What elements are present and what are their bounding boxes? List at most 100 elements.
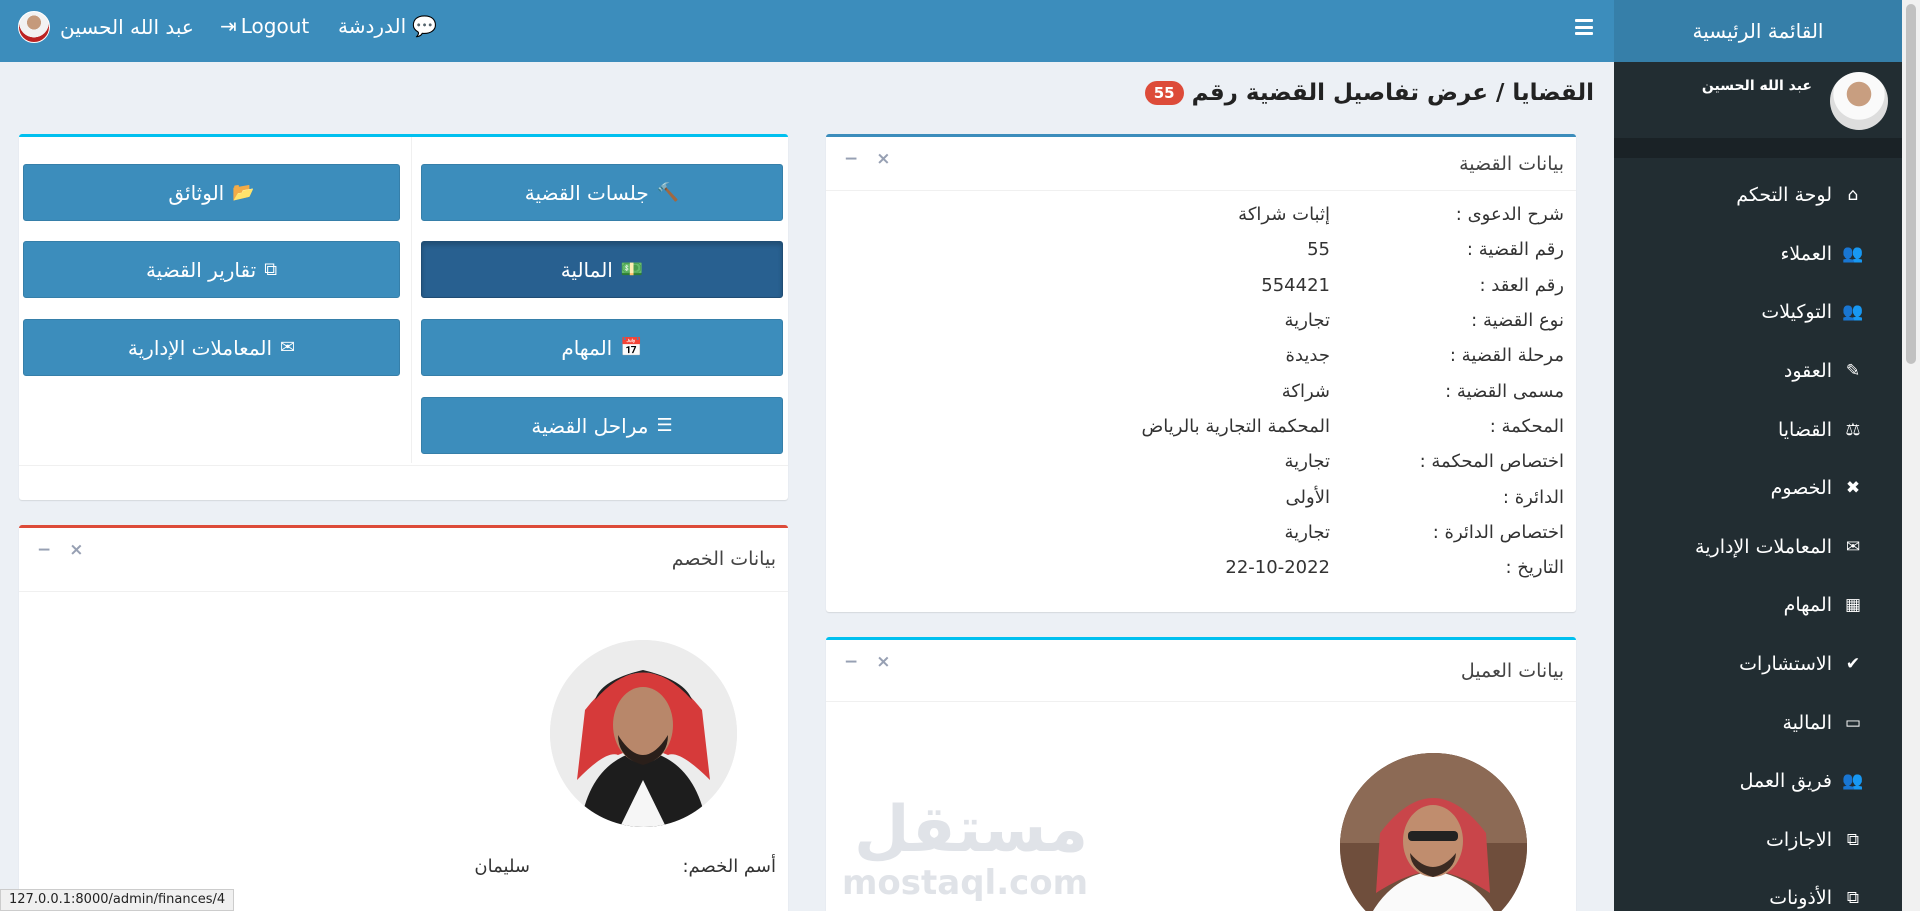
money-icon: ▭ xyxy=(1844,712,1862,733)
sidebar-item-label: الاستشارات xyxy=(1739,653,1832,676)
case-data-row: المحكمة : المحكمة التجارية بالرياض xyxy=(826,409,1576,444)
sidebar-item-label: العقود xyxy=(1783,360,1832,383)
top-navbar: عبد الله الحسين ⇥ Logout الدردشة 💬 xyxy=(0,0,1614,62)
minimize-icon[interactable]: − xyxy=(37,540,51,560)
case-data-value: تجارية xyxy=(1284,310,1330,332)
documents-button[interactable]: 📂 الوثائق xyxy=(23,164,400,221)
case-data-row: مسمى القضية : شراكة xyxy=(826,373,1576,408)
case-reports-button[interactable]: ⧉ تقارير القضية xyxy=(23,241,400,298)
case-data-value: 22-10-2022 xyxy=(1225,557,1330,579)
case-data-label: مسمى القضية : xyxy=(1445,380,1564,402)
chat-label: الدردشة xyxy=(338,14,407,38)
case-number-badge: 55 xyxy=(1144,81,1184,105)
sidebar-item[interactable]: ⚖ القضايا xyxy=(1614,400,1902,459)
sidebar-item[interactable]: ⧉ الاجازات xyxy=(1614,811,1902,870)
case-data-label: شرح الدعوى : xyxy=(1455,204,1564,226)
balance-scale-icon: ⚖ xyxy=(1845,419,1861,440)
case-data-title: بيانات القضية xyxy=(1459,153,1564,175)
case-data-row: شرح الدعوى : إثبات شراكة xyxy=(826,197,1576,232)
sidebar-item[interactable]: ✉ المعاملات الإدارية xyxy=(1614,518,1902,577)
sidebar-item-label: المالية xyxy=(1782,711,1832,734)
case-stages-button[interactable]: ☰ مراحل القضية xyxy=(421,397,783,454)
calendar-icon: ▦ xyxy=(1844,595,1862,616)
case-data-value: جديدة xyxy=(1285,345,1330,367)
opponent-name-row: أسم الخصم: سليمان xyxy=(36,856,776,877)
sidebar-user-name: عبد الله الحسين xyxy=(1701,78,1812,94)
sidebar-item[interactable]: ✎ العقود xyxy=(1614,342,1902,401)
tasks-button[interactable]: 📅 المهام xyxy=(421,319,783,376)
case-stages-label: مراحل القضية xyxy=(531,413,649,438)
sidebar-item[interactable]: ✖ الخصوم xyxy=(1614,459,1902,518)
scrollbar-thumb[interactable] xyxy=(1906,4,1916,364)
documents-label: الوثائق xyxy=(168,180,225,205)
browser-status-url: 127.0.0.1:8000/admin/finances/4 xyxy=(0,889,235,911)
case-data-box: بيانات القضية × − شرح الدعوى : إثبات شراك… xyxy=(826,134,1576,612)
case-data-value: شراكة xyxy=(1281,380,1330,402)
sidebar-item[interactable]: ⌂ لوحة التحكم xyxy=(1614,166,1902,225)
case-data-row: اختصاص المحكمة : تجارية xyxy=(826,444,1576,479)
sidebar-item[interactable]: ▭ المالية xyxy=(1614,693,1902,752)
check-icon: ✔ xyxy=(1845,654,1861,675)
user-menu[interactable]: عبد الله الحسين xyxy=(18,11,194,43)
tasks-label: المهام xyxy=(561,335,613,360)
case-data-label: اختصاص المحكمة : xyxy=(1419,451,1564,473)
users-icon: 👥 xyxy=(1842,302,1864,323)
sidebar-item-label: فريق العمل xyxy=(1739,770,1832,793)
sidebar-item[interactable]: ▦ المهام xyxy=(1614,576,1902,635)
page-title: القضايا / عرض تفاصيل القضية رقم 55 xyxy=(1100,80,1594,106)
case-data-value: إثبات شراكة xyxy=(1238,204,1330,226)
sidebar-brand[interactable]: القائمة الرئيسية xyxy=(1614,0,1902,62)
sidebar-divider xyxy=(1614,138,1902,158)
envelope-icon: ✉ xyxy=(1845,536,1861,557)
case-data-label: اختصاص الدائرة : xyxy=(1432,521,1564,543)
sidebar-item[interactable]: ✔ الاستشارات xyxy=(1614,635,1902,694)
case-data-value: الأولى xyxy=(1285,486,1330,508)
sidebar-item-label: المعاملات الإدارية xyxy=(1695,535,1832,558)
admin-transactions-button[interactable]: ✉ المعاملات الإدارية xyxy=(23,319,400,376)
sidebar-item[interactable]: ⧉ الأذونات xyxy=(1614,869,1902,911)
chat-link[interactable]: الدردشة 💬 xyxy=(338,14,437,38)
case-data-value: 554421 xyxy=(1261,274,1330,296)
close-icon[interactable]: × xyxy=(69,540,83,560)
sidebar-user-avatar xyxy=(1830,72,1888,130)
opponent-data-title: بيانات الخصم xyxy=(671,548,776,570)
case-data-label: الدائرة : xyxy=(1502,486,1564,508)
case-data-row: رقم العقد : 554421 xyxy=(826,268,1576,303)
sidebar-item[interactable]: 👥 العملاء xyxy=(1614,225,1902,284)
client-photo xyxy=(1340,753,1527,911)
watermark-arabic: مستقل xyxy=(854,793,1089,867)
finance-label: المالية xyxy=(560,257,613,282)
edit-icon: ✎ xyxy=(1845,361,1861,382)
sidebar-item-label: القضايا xyxy=(1777,418,1832,441)
actions-grid-divider xyxy=(411,137,412,463)
sign-out-icon: ⇥ xyxy=(220,14,237,38)
page-title-text: القضايا / عرض تفاصيل القضية رقم xyxy=(1191,80,1594,106)
case-data-label: التاريخ : xyxy=(1505,557,1564,579)
sidebar-item[interactable]: 👥 فريق العمل xyxy=(1614,752,1902,811)
finance-button[interactable]: 💵 المالية xyxy=(421,241,783,298)
sidebar-toggle-button[interactable] xyxy=(1575,19,1593,35)
case-data-list: شرح الدعوى : إثبات شراكة رقم القضية :55 رقم… xyxy=(826,191,1576,585)
close-icon[interactable]: × xyxy=(876,149,890,169)
close-icon[interactable]: × xyxy=(876,652,890,672)
users-icon: 👥 xyxy=(1842,771,1864,792)
case-data-row: اختصاص الدائرة : تجارية xyxy=(826,515,1576,550)
sidebar-menu: ⌂ لوحة التحكم 👥 العملاء 👥 التوكيلات ✎ العقود ⚖ ال… xyxy=(1614,158,1902,911)
case-data-row: الدائرة : الأولى xyxy=(826,479,1576,514)
minimize-icon[interactable]: − xyxy=(844,149,858,169)
opponent-data-box: بيانات الخصم × − أسم الخصم: سليمان xyxy=(19,525,788,911)
minimize-icon[interactable]: − xyxy=(844,652,858,672)
page-scrollbar[interactable] xyxy=(1902,0,1920,911)
case-data-value: المحكمة التجارية بالرياض xyxy=(1141,415,1331,437)
case-actions-box: 🔨 جلسات القضية 📂 الوثائق 💵 المالية ⧉ تقا… xyxy=(19,134,788,500)
sidebar-item-label: لوحة التحكم xyxy=(1736,184,1832,207)
user-avatar xyxy=(18,11,50,43)
case-data-row: نوع القضية : تجارية xyxy=(826,303,1576,338)
case-data-label: رقم القضية : xyxy=(1466,239,1564,261)
calendar-icon: 📅 xyxy=(620,337,643,358)
logout-link[interactable]: ⇥ Logout xyxy=(220,14,309,38)
sidebar-item-label: الخصوم xyxy=(1770,477,1832,500)
case-sessions-button[interactable]: 🔨 جلسات القضية xyxy=(421,164,783,221)
sidebar-item[interactable]: 👥 التوكيلات xyxy=(1614,283,1902,342)
users-icon: 👥 xyxy=(1842,243,1864,264)
